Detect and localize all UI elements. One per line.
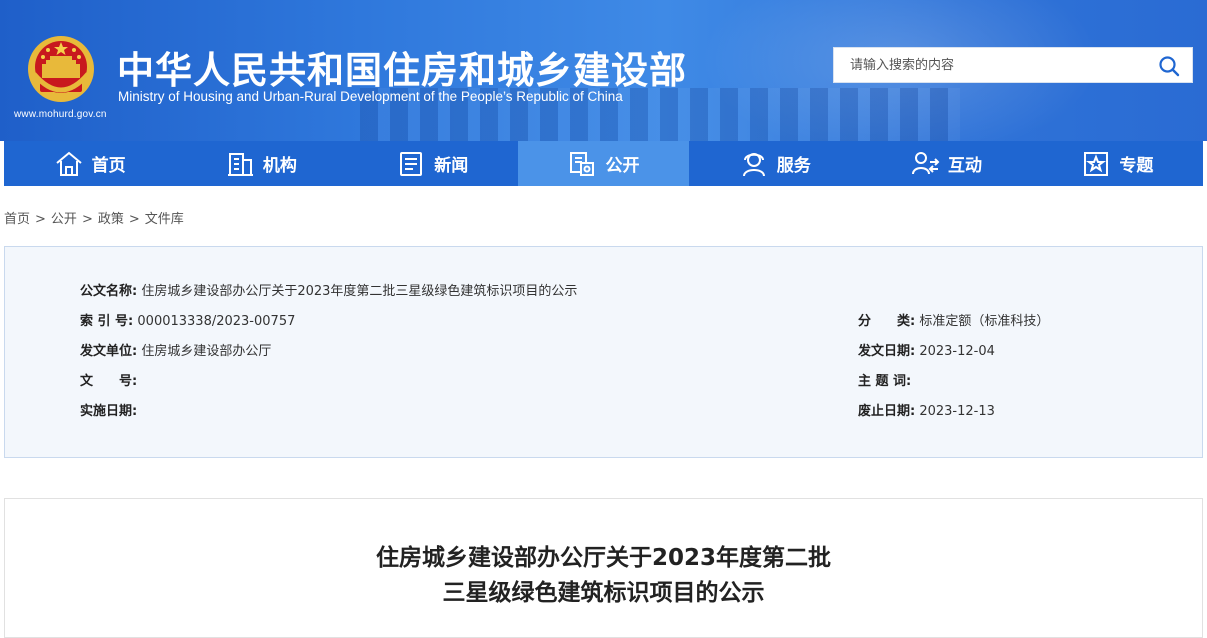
nav-item-news[interactable]: 新闻 bbox=[347, 141, 518, 186]
site-title-chinese[interactable]: 中华人民共和国住房和城乡建设部 bbox=[117, 40, 687, 94]
info-doc-number: 文 号: bbox=[80, 370, 137, 389]
breadcrumb-separator: > bbox=[35, 212, 46, 227]
nav-item-disclosure[interactable]: 公开 bbox=[517, 141, 690, 186]
nav-item-interaction[interactable]: 互动 bbox=[860, 141, 1031, 186]
info-effective-date: 实施日期: bbox=[80, 400, 137, 419]
breadcrumb-disclosure[interactable]: 公开 bbox=[51, 212, 77, 227]
issue-date-label: 发文日期: bbox=[858, 344, 916, 359]
nav-label: 专题 bbox=[1119, 156, 1154, 176]
doc-name-value: 住房城乡建设部办公厅关于2023年度第二批三星级绿色建筑标识项目的公示 bbox=[141, 284, 578, 299]
index-label: 索 引 号: bbox=[80, 314, 134, 329]
home-icon bbox=[56, 151, 82, 176]
breadcrumb-home[interactable]: 首页 bbox=[4, 212, 30, 227]
national-emblem-icon[interactable] bbox=[26, 34, 96, 104]
nav-item-topic[interactable]: 专题 bbox=[1032, 141, 1203, 186]
building-icon bbox=[227, 152, 253, 176]
breadcrumb-separator: > bbox=[81, 212, 93, 227]
effective-date-label: 实施日期: bbox=[80, 404, 138, 419]
issuer-value: 住房城乡建设部办公厅 bbox=[141, 344, 272, 359]
nav-label: 服务 bbox=[776, 156, 811, 176]
category-value: 标准定额（标准科技） bbox=[919, 314, 1050, 329]
search-input[interactable] bbox=[834, 48, 1144, 82]
breadcrumb-policy[interactable]: 政策 bbox=[98, 212, 124, 227]
nav-label: 互动 bbox=[948, 156, 983, 176]
info-subject: 主 题 词: bbox=[858, 370, 911, 389]
info-expire-date: 废止日期: 2023-12-13 bbox=[858, 400, 995, 419]
service-icon bbox=[742, 152, 765, 176]
nav-label: 首页 bbox=[91, 156, 126, 176]
breadcrumb-separator: > bbox=[128, 212, 140, 227]
issue-date-value: 2023-12-04 bbox=[919, 344, 995, 359]
news-icon bbox=[400, 151, 423, 176]
breadcrumb: 首页 > 公开 > 政策 > 文件库 bbox=[4, 208, 184, 227]
info-issuer: 发文单位: 住房城乡建设部办公厅 bbox=[80, 340, 271, 359]
subject-label: 主 题 词: bbox=[858, 374, 912, 389]
topic-star-icon bbox=[1084, 151, 1109, 176]
article-title-line1: 住房城乡建设部办公厅关于2023年度第二批 bbox=[375, 545, 831, 571]
expire-date-value: 2023-12-13 bbox=[919, 404, 995, 419]
article-title: 住房城乡建设部办公厅关于2023年度第二批 三星级绿色建筑标识项目的公示 bbox=[5, 541, 1202, 611]
disclosure-icon bbox=[570, 151, 595, 176]
nav-label: 公开 bbox=[605, 156, 640, 176]
info-doc-name: 公文名称: 住房城乡建设部办公厅关于2023年度第二批三星级绿色建筑标识项目的公… bbox=[80, 280, 577, 299]
site-title-english: Ministry of Housing and Urban-Rural Deve… bbox=[118, 89, 623, 104]
doc-number-label: 文 号: bbox=[80, 374, 138, 389]
nav-label: 新闻 bbox=[434, 156, 469, 176]
index-value: 000013338/2023-00757 bbox=[137, 314, 296, 329]
article-title-line2: 三星级绿色建筑标识项目的公示 bbox=[442, 580, 765, 606]
site-header: www.mohurd.gov.cn 中华人民共和国住房和城乡建设部 Minist… bbox=[0, 0, 1207, 141]
interaction-icon bbox=[912, 151, 940, 174]
search-icon[interactable] bbox=[1158, 55, 1180, 77]
nav-label: 机构 bbox=[262, 156, 297, 176]
info-issue-date: 发文日期: 2023-12-04 bbox=[858, 340, 995, 359]
issuer-label: 发文单位: bbox=[80, 344, 138, 359]
nav-item-organization[interactable]: 机构 bbox=[175, 141, 346, 186]
doc-name-label: 公文名称: bbox=[80, 284, 138, 299]
expire-date-label: 废止日期: bbox=[858, 404, 916, 419]
site-url: www.mohurd.gov.cn bbox=[14, 109, 107, 120]
nav-item-service[interactable]: 服务 bbox=[689, 141, 860, 186]
category-label: 分 类: bbox=[858, 314, 916, 329]
search-box bbox=[833, 47, 1193, 83]
breadcrumb-file-library[interactable]: 文件库 bbox=[145, 212, 184, 227]
info-category: 分 类: 标准定额（标准科技） bbox=[858, 310, 1049, 329]
article-panel: 住房城乡建设部办公厅关于2023年度第二批 三星级绿色建筑标识项目的公示 bbox=[4, 498, 1203, 638]
document-info-box: 公文名称: 住房城乡建设部办公厅关于2023年度第二批三星级绿色建筑标识项目的公… bbox=[4, 246, 1203, 458]
main-nav: 首页 机构 新闻 公开 服务 互动 专题 bbox=[4, 141, 1203, 186]
info-index: 索 引 号: 000013338/2023-00757 bbox=[80, 310, 295, 329]
nav-item-home[interactable]: 首页 bbox=[4, 141, 175, 186]
